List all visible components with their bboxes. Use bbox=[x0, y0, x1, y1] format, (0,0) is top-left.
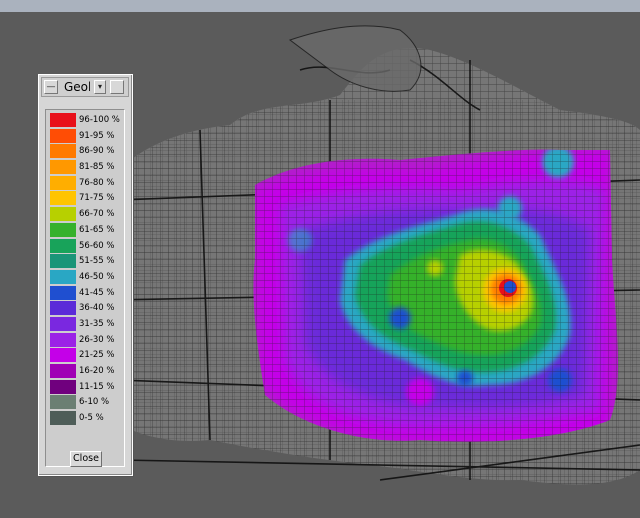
legend-label: 91-95 % bbox=[79, 130, 115, 141]
legend-swatch bbox=[50, 191, 76, 206]
legend-window: — Geol ▾ 96-100 % 91-95 % 86-90 % 81-85 % 76… bbox=[38, 74, 133, 476]
legend-label: 0-5 % bbox=[79, 413, 104, 424]
legend-item: 36-40 % bbox=[48, 300, 122, 316]
legend-item: 81-85 % bbox=[48, 159, 122, 175]
legend-item: 76-80 % bbox=[48, 175, 122, 191]
legend-swatch bbox=[50, 254, 76, 269]
legend-item: 61-65 % bbox=[48, 222, 122, 238]
legend-item: 66-70 % bbox=[48, 206, 122, 222]
legend-swatch bbox=[50, 379, 76, 394]
legend-label: 26-30 % bbox=[79, 334, 115, 345]
legend-label: 41-45 % bbox=[79, 287, 115, 298]
legend-item: 56-60 % bbox=[48, 238, 122, 254]
legend-label: 21-25 % bbox=[79, 350, 115, 361]
legend-label: 36-40 % bbox=[79, 303, 115, 314]
legend-swatch bbox=[50, 144, 76, 159]
legend-swatch bbox=[50, 332, 76, 347]
legend-item: 46-50 % bbox=[48, 269, 122, 285]
legend-swatch bbox=[50, 207, 76, 222]
legend-label: 71-75 % bbox=[79, 193, 115, 204]
legend-item: 91-95 % bbox=[48, 128, 122, 144]
legend-swatch bbox=[50, 348, 76, 363]
legend-item: 11-15 % bbox=[48, 379, 122, 395]
legend-item: 71-75 % bbox=[48, 190, 122, 206]
legend-item: 26-30 % bbox=[48, 332, 122, 348]
legend-label: 61-65 % bbox=[79, 224, 115, 235]
legend-label: 96-100 % bbox=[79, 115, 120, 125]
legend-item: 51-55 % bbox=[48, 253, 122, 269]
legend-swatch bbox=[50, 316, 76, 331]
legend-panel: 96-100 % 91-95 % 86-90 % 81-85 % 76-80 % 71-7… bbox=[45, 109, 125, 467]
window-titlebar[interactable]: — Geol ▾ bbox=[41, 77, 129, 97]
legend-label: 81-85 % bbox=[79, 162, 115, 173]
legend-item: 96-100 % bbox=[48, 112, 122, 128]
legend-swatch bbox=[50, 222, 76, 237]
legend-swatch bbox=[50, 364, 76, 378]
window-minimize-icon[interactable]: — bbox=[44, 80, 58, 94]
legend-item: 41-45 % bbox=[48, 285, 122, 301]
legend-label: 46-50 % bbox=[79, 271, 115, 282]
legend-label: 16-20 % bbox=[79, 366, 115, 376]
window-title: Geol bbox=[64, 80, 90, 94]
legend-item: 16-20 % bbox=[48, 363, 122, 379]
close-button[interactable]: Close bbox=[70, 451, 102, 467]
legend-swatch bbox=[50, 285, 76, 300]
legend-label: 6-10 % bbox=[79, 397, 110, 408]
legend-item: 6-10 % bbox=[48, 394, 122, 410]
legend-item: 86-90 % bbox=[48, 143, 122, 159]
legend-label: 31-35 % bbox=[79, 318, 115, 329]
legend-swatch bbox=[50, 269, 76, 284]
legend-label: 51-55 % bbox=[79, 256, 115, 267]
legend-label: 11-15 % bbox=[79, 381, 115, 392]
legend-label: 56-60 % bbox=[79, 240, 115, 251]
legend-label: 76-80 % bbox=[79, 177, 115, 188]
window-menu-icon[interactable]: ▾ bbox=[94, 80, 106, 94]
desktop: — Geol ▾ 96-100 % 91-95 % 86-90 % 81-85 % 76… bbox=[0, 0, 640, 518]
legend-swatch bbox=[50, 128, 76, 143]
legend-item: 0-5 % bbox=[48, 410, 122, 426]
legend-swatch bbox=[50, 175, 76, 190]
legend-swatch bbox=[50, 301, 76, 316]
legend-list: 96-100 % 91-95 % 86-90 % 81-85 % 76-80 % 71-7… bbox=[48, 112, 122, 426]
legend-swatch bbox=[50, 238, 76, 253]
legend-swatch bbox=[50, 395, 76, 410]
legend-swatch bbox=[50, 113, 76, 127]
legend-item: 21-25 % bbox=[48, 347, 122, 363]
legend-item: 31-35 % bbox=[48, 316, 122, 332]
legend-swatch bbox=[50, 160, 76, 175]
window-maximize-icon[interactable] bbox=[110, 80, 124, 94]
legend-label: 66-70 % bbox=[79, 209, 115, 220]
legend-label: 86-90 % bbox=[79, 146, 115, 157]
legend-swatch bbox=[50, 411, 76, 426]
